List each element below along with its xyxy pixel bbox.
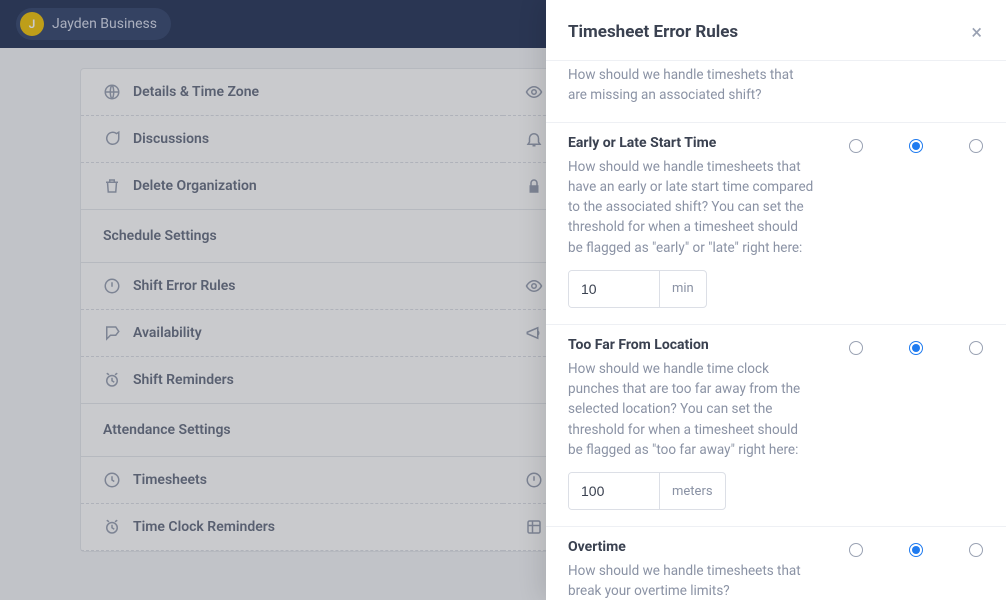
radio-option-1[interactable] [849,139,863,153]
panel-header: Timesheet Error Rules × [546,0,1006,61]
rule-missing-shift: How should we handle timeshets that are … [546,61,1006,123]
radio-option-1[interactable] [849,341,863,355]
rule-desc: How should we handle timeshets that are … [568,65,814,106]
threshold-unit: min [659,271,706,307]
threshold-input[interactable] [569,473,659,509]
rule-title: Overtime [568,539,814,555]
rule-early-late-start: Early or Late Start Time How should we h… [546,123,1006,325]
rule-desc: How should we handle timesheets that bre… [568,561,814,600]
radio-option-2[interactable] [909,543,923,557]
radio-option-3[interactable] [969,543,983,557]
rule-title: Early or Late Start Time [568,135,814,151]
radio-option-3[interactable] [969,139,983,153]
side-panel: Timesheet Error Rules × How should we ha… [546,0,1006,600]
radio-option-1[interactable] [849,543,863,557]
rule-desc: How should we handle timesheets that hav… [568,157,814,258]
panel-body[interactable]: How should we handle timeshets that are … [546,61,1006,600]
close-icon[interactable]: × [967,18,986,46]
threshold-input-group: meters [568,472,726,510]
rule-overtime: Overtime How should we handle timesheets… [546,527,1006,600]
threshold-input[interactable] [569,271,659,307]
rule-title: Too Far From Location [568,337,814,353]
rule-too-far-location: Too Far From Location How should we hand… [546,325,1006,527]
radio-option-3[interactable] [969,341,983,355]
radio-option-2[interactable] [909,341,923,355]
rule-desc: How should we handle time clock punches … [568,359,814,460]
radio-option-2[interactable] [909,139,923,153]
threshold-unit: meters [659,473,725,509]
threshold-input-group: min [568,270,707,308]
panel-title: Timesheet Error Rules [568,22,738,42]
